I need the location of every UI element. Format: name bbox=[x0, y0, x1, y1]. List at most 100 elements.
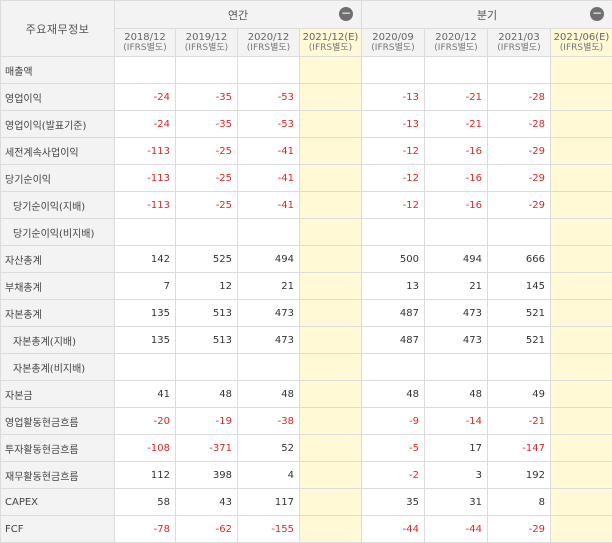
table-cell: 135 bbox=[115, 300, 176, 327]
table-cell bbox=[176, 219, 238, 246]
period-header: 2020/09(IFRS별도) bbox=[362, 29, 425, 57]
table-cell bbox=[300, 138, 362, 165]
table-cell: 525 bbox=[176, 246, 238, 273]
table-cell: -28 bbox=[488, 84, 551, 111]
table-cell bbox=[300, 516, 362, 543]
table-cell: 135 bbox=[115, 327, 176, 354]
row-label: 자본총계(비지배) bbox=[1, 354, 115, 381]
table-cell bbox=[176, 57, 238, 84]
annual-group-label: 연간 bbox=[228, 9, 248, 22]
table-cell: -2 bbox=[362, 462, 425, 489]
table-cell: -113 bbox=[115, 192, 176, 219]
table-cell: 52 bbox=[238, 435, 300, 462]
table-cell bbox=[551, 138, 612, 165]
table-cell: -25 bbox=[176, 138, 238, 165]
table-cell: -35 bbox=[176, 84, 238, 111]
row-label: 당기순이익(지배) bbox=[1, 192, 115, 219]
table-cell: -13 bbox=[362, 84, 425, 111]
table-cell bbox=[551, 300, 612, 327]
row-label: 투자활동현금흐름 bbox=[1, 435, 115, 462]
table-cell bbox=[551, 219, 612, 246]
table-cell: -14 bbox=[425, 408, 488, 435]
table-cell: -44 bbox=[362, 516, 425, 543]
table-cell bbox=[300, 462, 362, 489]
table-cell: -29 bbox=[488, 192, 551, 219]
table-cell: 473 bbox=[425, 327, 488, 354]
period-basis: (IFRS별도) bbox=[551, 43, 612, 54]
table-cell bbox=[551, 327, 612, 354]
table-cell bbox=[551, 246, 612, 273]
minus-circle-icon[interactable]: − bbox=[590, 7, 604, 21]
row-label: 자본총계 bbox=[1, 300, 115, 327]
table-cell: -53 bbox=[238, 111, 300, 138]
table-cell: -21 bbox=[425, 111, 488, 138]
table-cell: -35 bbox=[176, 111, 238, 138]
period-header: 2021/03(IFRS별도) bbox=[488, 29, 551, 57]
row-label: 부채총계 bbox=[1, 273, 115, 300]
period-date: 2021/06(E) bbox=[551, 32, 612, 43]
table-cell: 513 bbox=[176, 327, 238, 354]
table-cell bbox=[300, 381, 362, 408]
table-cell bbox=[551, 489, 612, 516]
table-cell bbox=[300, 300, 362, 327]
table-cell: 48 bbox=[238, 381, 300, 408]
table-cell: 41 bbox=[115, 381, 176, 408]
table-cell: 35 bbox=[362, 489, 425, 516]
table-cell: -41 bbox=[238, 165, 300, 192]
table-cell: -147 bbox=[488, 435, 551, 462]
table-cell bbox=[425, 354, 488, 381]
table-cell: -113 bbox=[115, 165, 176, 192]
table-cell: -108 bbox=[115, 435, 176, 462]
table-cell bbox=[115, 354, 176, 381]
table-cell: 58 bbox=[115, 489, 176, 516]
table-row: FCF-78-62-155-44-44-29 bbox=[1, 516, 612, 543]
table-cell: 521 bbox=[488, 327, 551, 354]
table-cell: 17 bbox=[425, 435, 488, 462]
row-label: 재무활동현금흐름 bbox=[1, 462, 115, 489]
table-row: 당기순이익-113-25-41-12-16-29 bbox=[1, 165, 612, 192]
table-cell: 112 bbox=[115, 462, 176, 489]
table-cell: 473 bbox=[238, 300, 300, 327]
table-cell: -20 bbox=[115, 408, 176, 435]
table-cell: 49 bbox=[488, 381, 551, 408]
table-cell: 473 bbox=[425, 300, 488, 327]
table-cell: -19 bbox=[176, 408, 238, 435]
table-cell bbox=[300, 489, 362, 516]
table-cell bbox=[551, 273, 612, 300]
table-cell: -25 bbox=[176, 165, 238, 192]
table-row: 자본총계(비지배) bbox=[1, 354, 612, 381]
table-cell bbox=[115, 57, 176, 84]
table-cell bbox=[425, 57, 488, 84]
table-row: 자산총계142525494500494666 bbox=[1, 246, 612, 273]
table-cell: 473 bbox=[238, 327, 300, 354]
table-cell: 48 bbox=[425, 381, 488, 408]
table-cell: -371 bbox=[176, 435, 238, 462]
table-cell bbox=[300, 111, 362, 138]
table-row: 영업활동현금흐름-20-19-38-9-14-21 bbox=[1, 408, 612, 435]
table-cell bbox=[551, 381, 612, 408]
table-cell: 117 bbox=[238, 489, 300, 516]
table-cell bbox=[300, 435, 362, 462]
table-cell: -12 bbox=[362, 192, 425, 219]
table-cell: -44 bbox=[425, 516, 488, 543]
financial-summary-table: 주요재무정보 연간 − 분기 − 2018/12(IFRS별도)2019/12(… bbox=[0, 0, 612, 543]
period-date: 2021/03 bbox=[488, 32, 550, 43]
table-cell bbox=[551, 111, 612, 138]
period-basis: (IFRS별도) bbox=[176, 43, 237, 54]
table-row: 부채총계712211321145 bbox=[1, 273, 612, 300]
minus-circle-icon[interactable]: − bbox=[339, 7, 353, 21]
table-cell: 500 bbox=[362, 246, 425, 273]
table-cell: -25 bbox=[176, 192, 238, 219]
table-cell bbox=[176, 354, 238, 381]
table-cell: -38 bbox=[238, 408, 300, 435]
table-cell: 513 bbox=[176, 300, 238, 327]
table-cell: 494 bbox=[425, 246, 488, 273]
table-cell: 21 bbox=[425, 273, 488, 300]
table-cell bbox=[300, 273, 362, 300]
period-basis: (IFRS별도) bbox=[425, 43, 487, 54]
table-cell bbox=[551, 435, 612, 462]
table-row: 영업이익-24-35-53-13-21-28 bbox=[1, 84, 612, 111]
table-cell: -41 bbox=[238, 192, 300, 219]
table-cell: 487 bbox=[362, 327, 425, 354]
table-cell: 48 bbox=[176, 381, 238, 408]
